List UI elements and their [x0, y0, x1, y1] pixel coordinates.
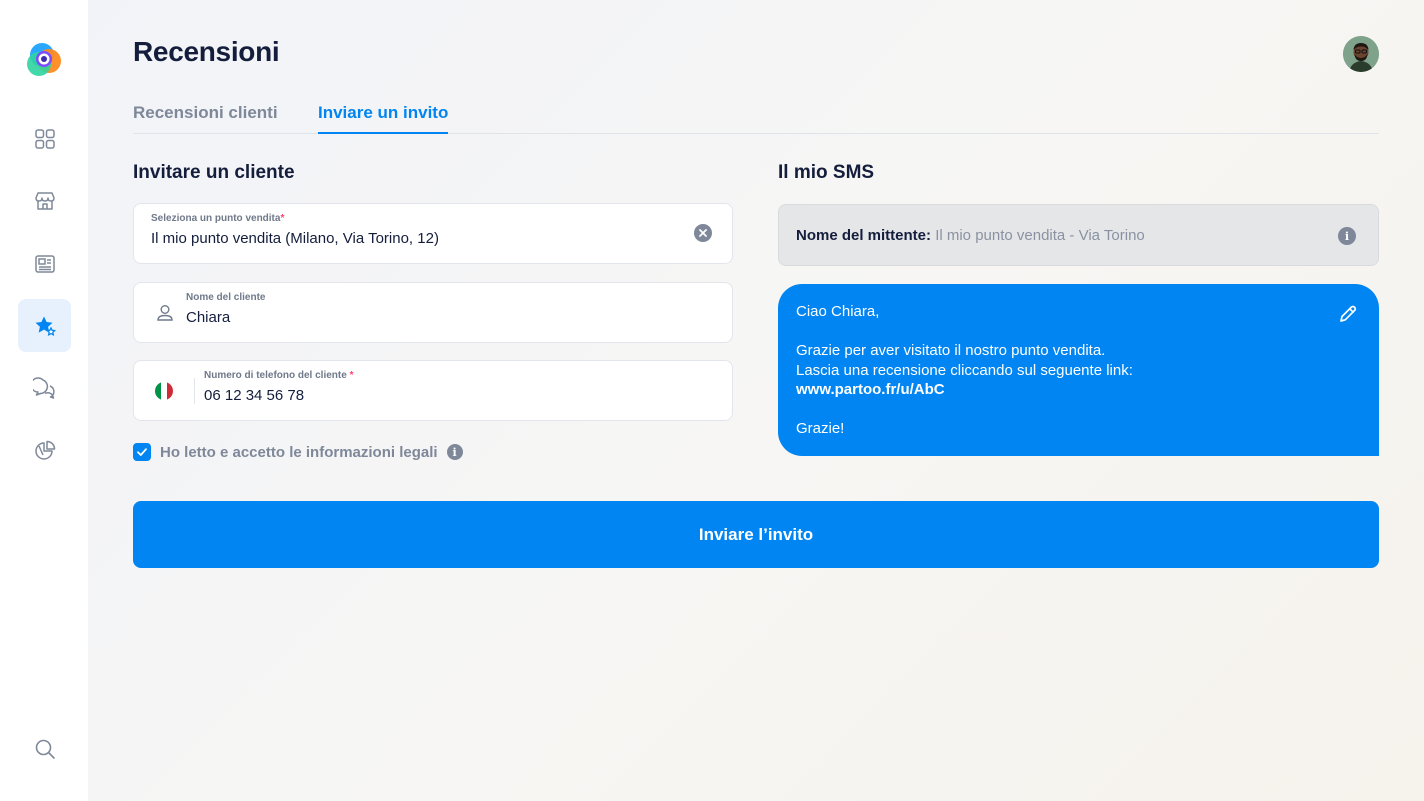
invite-section-title: Invitare un cliente — [133, 162, 295, 183]
legal-consent-checkbox[interactable] — [133, 443, 151, 461]
chat-bubbles-icon — [32, 376, 55, 399]
tab-bar: Recensioni clienti Inviare un invito — [133, 103, 1379, 134]
close-icon — [699, 229, 707, 237]
sender-name-box: Nome del mittente: Il mio punto vendita … — [778, 204, 1379, 266]
sms-link: www.partoo.fr/u/AbC — [796, 381, 945, 398]
sender-name-value: Il mio punto vendita - Via Torino — [935, 227, 1145, 244]
store-select[interactable]: Seleziona un punto vendita* Il mio punto… — [133, 203, 733, 264]
nav-analytics[interactable] — [18, 424, 71, 477]
sender-name: Nome del mittente: Il mio punto vendita … — [796, 227, 1145, 244]
search-icon — [35, 739, 55, 759]
tab-customer-reviews[interactable]: Recensioni clienti — [133, 103, 278, 131]
nav-posts[interactable] — [18, 237, 71, 290]
page-title: Recensioni — [133, 36, 280, 67]
sms-section-title: Il mio SMS — [778, 162, 875, 183]
send-invite-button[interactable]: Inviare l’invito — [133, 501, 1379, 568]
phone-label-text: Numero di telefono del cliente — [204, 370, 347, 381]
check-icon — [137, 448, 147, 456]
pencil-icon[interactable] — [1337, 303, 1359, 325]
sms-preview-bubble: Ciao Chiara, Grazie per aver visitato il… — [778, 284, 1379, 456]
grid-icon — [34, 128, 55, 149]
info-icon[interactable]: i — [446, 444, 463, 460]
clear-selection-button[interactable] — [694, 224, 712, 242]
divider — [194, 378, 195, 404]
legal-consent: Ho letto e accetto le informazioni legal… — [133, 443, 463, 461]
customer-name-field[interactable]: Nome del cliente Chiara — [133, 282, 733, 343]
app-logo[interactable] — [26, 41, 62, 77]
italy-flag-icon[interactable] — [155, 382, 173, 400]
star-icon — [35, 316, 56, 336]
required-mark: * — [280, 213, 285, 224]
sender-name-label: Nome del mittente: — [796, 227, 932, 244]
customer-name-value: Chiara — [186, 309, 231, 326]
pie-chart-icon — [34, 440, 55, 460]
tab-send-invite[interactable]: Inviare un invito — [318, 103, 449, 134]
sidebar — [0, 0, 88, 801]
newspaper-icon — [34, 254, 55, 273]
info-icon[interactable]: i — [1338, 227, 1356, 245]
phone-field[interactable]: Numero di telefono del cliente * 06 12 3… — [133, 360, 733, 421]
user-avatar[interactable] — [1343, 36, 1379, 72]
sms-closing: Grazie! — [796, 420, 845, 437]
store-select-value: Il mio punto vendita (Milano, Via Torino… — [151, 230, 439, 247]
sms-line-2: Lascia una recensione cliccando sul segu… — [796, 362, 1133, 379]
sms-greeting: Ciao Chiara, — [796, 303, 880, 320]
nav-store[interactable] — [18, 174, 71, 227]
customer-name-label: Nome del cliente — [186, 292, 266, 303]
nav-dashboard[interactable] — [18, 112, 71, 165]
nav-search[interactable] — [18, 722, 71, 775]
sms-line-1: Grazie per aver visitato il nostro punto… — [796, 342, 1106, 359]
required-mark: * — [349, 370, 354, 381]
store-select-label-text: Seleziona un punto vendita — [151, 213, 281, 224]
store-icon — [34, 191, 55, 210]
nav-reviews[interactable] — [18, 299, 71, 352]
user-icon — [157, 305, 173, 321]
phone-label: Numero di telefono del cliente * — [204, 370, 354, 381]
nav-messages[interactable] — [18, 362, 71, 415]
phone-value: 06 12 34 56 78 — [204, 387, 305, 404]
legal-consent-label: Ho letto e accetto le informazioni legal… — [160, 443, 438, 461]
store-select-label: Seleziona un punto vendita* — [151, 213, 284, 224]
